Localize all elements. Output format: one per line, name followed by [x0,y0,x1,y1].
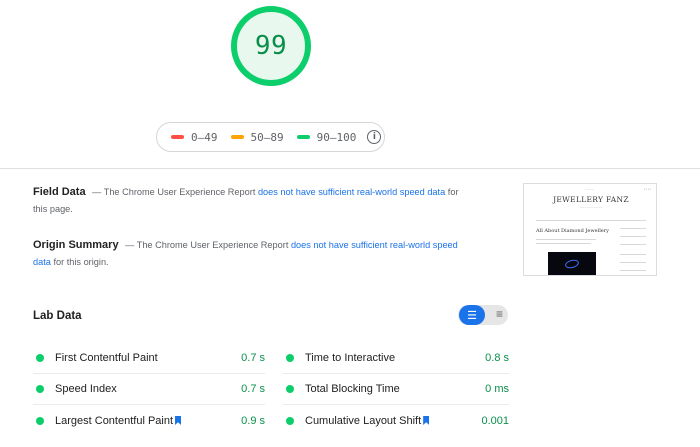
pass-indicator-icon [36,354,44,362]
thumbnail-sidebar-line [620,270,646,271]
pass-indicator-icon [36,385,44,393]
thumbnail-heading: All About Diamond Jewellery [536,228,609,234]
lab-data-title: Lab Data [33,310,82,322]
metric-label-wrap: Cumulative Layout Shift [305,414,430,427]
metrics-row: Largest Contentful Paint 0.9 s Cumulativ… [33,405,509,436]
origin-summary-text: — The Chrome User Experience Report [125,240,289,250]
origin-summary-section: Origin Summary — The Chrome User Experie… [33,237,473,271]
metrics-row: First Contentful Paint 0.7 s Time to Int… [33,343,509,374]
metric-value: 0.9 s [241,414,265,427]
metrics-view-toggle[interactable]: ☰ ≡ [458,305,508,325]
field-data-text: — The Chrome User Experience Report [92,187,256,197]
metric-first-contentful-paint: First Contentful Paint 0.7 s [33,343,265,374]
pass-indicator-icon [36,416,44,425]
pass-indicator-icon [286,385,294,393]
legend-marker-red [171,135,184,139]
legend-item-pass: 90–100 [296,130,357,144]
thumbnail-rule [536,220,646,221]
metric-label: Speed Index [55,383,117,395]
metric-largest-contentful-paint: Largest Contentful Paint 0.9 s [33,405,265,436]
info-icon[interactable]: i [367,130,382,144]
performance-score-gauge: 99 [231,6,311,86]
metric-label: Cumulative Layout Shift [305,414,422,427]
legend-item-average: 50–89 [230,130,284,144]
metric-time-to-interactive: Time to Interactive 0.8 s [283,343,509,374]
thumbnail-sidebar-line [620,262,646,263]
legend-range: 50–89 [250,130,284,144]
thumbnail-sidebar-line [620,236,646,237]
thumbnail-text-line [536,243,591,244]
bookmark-icon [423,416,430,425]
metric-value: 0.7 s [241,352,265,364]
metric-label: Total Blocking Time [305,383,400,395]
metric-value: 0 ms [485,383,509,395]
metric-speed-index: Speed Index 0.7 s [33,374,265,405]
thumbnail-social-icons: ▪▪▪▪ [643,187,652,191]
metric-total-blocking-time: Total Blocking Time 0 ms [283,374,509,405]
section-divider [0,168,700,169]
metric-label: Largest Contentful Paint [55,414,174,427]
legend-range: 90–100 [316,130,357,144]
metrics-row: Speed Index 0.7 s Total Blocking Time 0 … [33,374,509,405]
bookmark-icon [175,416,182,425]
thumbnail-nav-text: ——— [585,187,594,191]
legend-marker-green [296,135,310,139]
thumbnail-site-name: JEWELLERY FANZ [553,195,629,204]
metric-label-wrap: Largest Contentful Paint [55,414,182,427]
thumbnail-sidebar-line [620,228,646,229]
origin-summary-title: Origin Summary [33,239,119,251]
field-data-link[interactable]: does not have sufficient real-world spee… [258,187,445,197]
metric-value: 0.8 s [485,352,509,364]
legend-range: 0–49 [191,130,218,144]
field-data-title: Field Data [33,186,86,198]
thumbnail-sidebar-line [620,254,646,255]
metric-value: 0.7 s [241,383,265,395]
pass-indicator-icon [286,416,294,425]
score-legend: 0–49 50–89 90–100 i [156,122,385,152]
thumbnail-text-line [536,239,596,240]
performance-score: 99 [254,31,288,61]
thumbnail-sidebar-line [620,244,646,245]
pass-indicator-icon [286,354,294,362]
metric-cumulative-layout-shift: Cumulative Layout Shift 0.001 [283,405,509,436]
compact-view-icon[interactable]: ☰ [459,305,485,325]
thumbnail-tagline: ————————— [579,206,603,209]
legend-item-fail: 0–49 [171,131,218,144]
metric-label: Time to Interactive [305,352,396,364]
origin-summary-text-end: for this origin. [53,257,109,267]
list-view-icon[interactable]: ≡ [496,307,503,321]
page-screenshot-thumbnail: ——— ▪▪▪▪ JEWELLERY FANZ ————————— All Ab… [523,183,657,276]
legend-marker-orange [230,135,244,139]
metric-value: 0.001 [481,414,509,427]
field-data-section: Field Data — The Chrome User Experience … [33,184,473,218]
thumbnail-hero-image [548,252,596,275]
metric-label: First Contentful Paint [55,352,158,364]
